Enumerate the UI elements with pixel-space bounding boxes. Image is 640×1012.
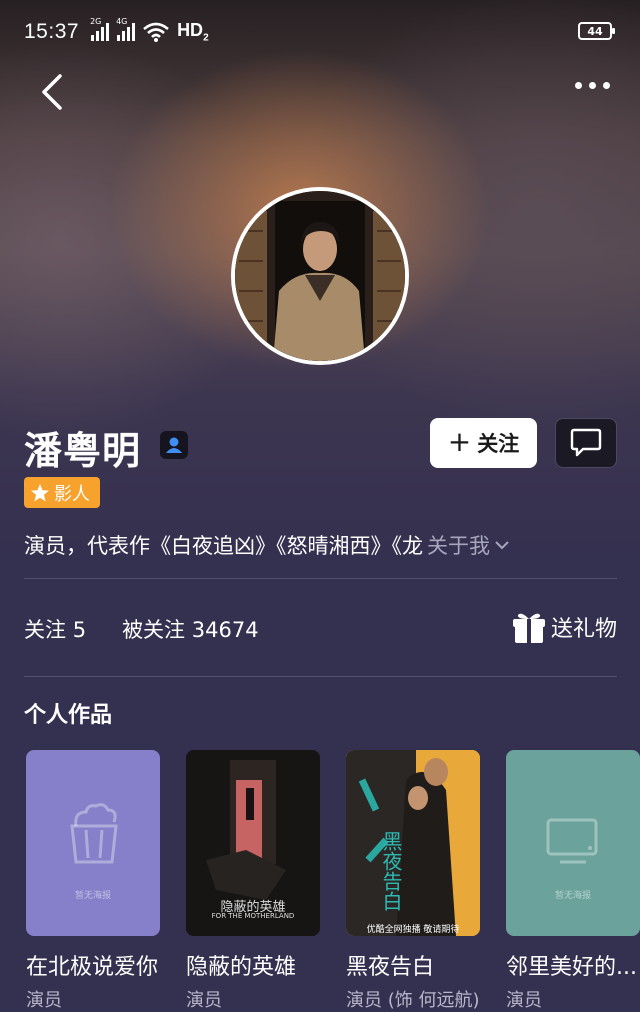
send-gift-button[interactable]: 送礼物 — [511, 609, 617, 645]
tv-icon — [546, 818, 598, 864]
more-options-button[interactable] — [575, 82, 610, 89]
work-title: 隐蔽的英雄 — [186, 955, 297, 980]
profile-tag-label: 影人 — [54, 483, 90, 505]
work-card[interactable]: 暂无海报 邻里美好的... 演员 — [506, 750, 640, 1012]
work-card[interactable]: 隐蔽的英雄 FOR THE MOTHERLAND 隐蔽的英雄 演员 — [186, 750, 320, 1012]
chat-bubble-icon — [570, 428, 602, 457]
avatar[interactable] — [231, 187, 409, 365]
avatar-photo — [235, 191, 405, 361]
follow-button-label: 关注 — [477, 432, 520, 456]
divider — [24, 676, 617, 677]
stats-row: 关注 5 被关注 34674 — [24, 614, 259, 644]
message-button[interactable] — [555, 418, 617, 468]
status-bar: 15:37 2G 4G HD2 44 — [0, 0, 640, 64]
divider — [24, 578, 617, 579]
back-button[interactable] — [36, 72, 72, 112]
send-gift-label: 送礼物 — [550, 617, 617, 642]
work-poster-placeholder: 暂无海报 — [506, 750, 640, 936]
work-title: 黑夜告白 — [346, 955, 435, 980]
follow-button[interactable]: + 关注 — [430, 418, 537, 468]
profile-name: 潘粤明 — [24, 429, 142, 473]
work-poster: 隐蔽的英雄 FOR THE MOTHERLAND — [186, 750, 320, 936]
verified-user-icon — [160, 431, 188, 459]
battery-icon: 44 — [578, 22, 615, 40]
profile-tag: 影人 — [24, 477, 100, 508]
popcorn-icon — [70, 803, 118, 864]
work-title: 邻里美好的... — [506, 955, 637, 980]
plus-icon: + — [447, 424, 472, 458]
signal-icon: 4G — [116, 17, 136, 41]
gift-icon — [512, 613, 545, 643]
about-me-link[interactable]: 关于我 — [427, 530, 510, 560]
status-time: 15:37 — [24, 20, 80, 43]
work-role: 演员 — [506, 990, 542, 1011]
work-title: 在北极说爱你 — [26, 955, 159, 980]
work-role: 演员 — [186, 990, 222, 1011]
work-card[interactable]: 黑夜告白 优酷全网独播 敬请期待 黑夜告白 演员 (饰 何远航) — [346, 750, 480, 1012]
chevron-left-icon — [42, 74, 62, 110]
work-poster: 黑夜告白 优酷全网独播 敬请期待 — [346, 750, 480, 936]
work-role: 演员 (饰 何远航) — [346, 990, 480, 1011]
works-section-title: 个人作品 — [24, 703, 113, 728]
bio-text: 演员，代表作《白夜追凶》《怒晴湘西》《龙 关于我 — [24, 530, 510, 560]
hd-indicator: HD2 — [177, 20, 209, 44]
star-icon — [31, 483, 49, 501]
signal-icon: 2G — [90, 17, 110, 41]
work-role: 演员 — [26, 990, 62, 1011]
followers-stat[interactable]: 被关注 34674 — [122, 614, 259, 644]
following-stat[interactable]: 关注 5 — [24, 614, 86, 644]
chevron-down-icon — [495, 541, 509, 550]
work-poster-placeholder: 暂无海报 — [26, 750, 160, 936]
work-card[interactable]: 暂无海报 在北极说爱你 演员 — [26, 750, 160, 1012]
wifi-icon — [143, 22, 169, 42]
